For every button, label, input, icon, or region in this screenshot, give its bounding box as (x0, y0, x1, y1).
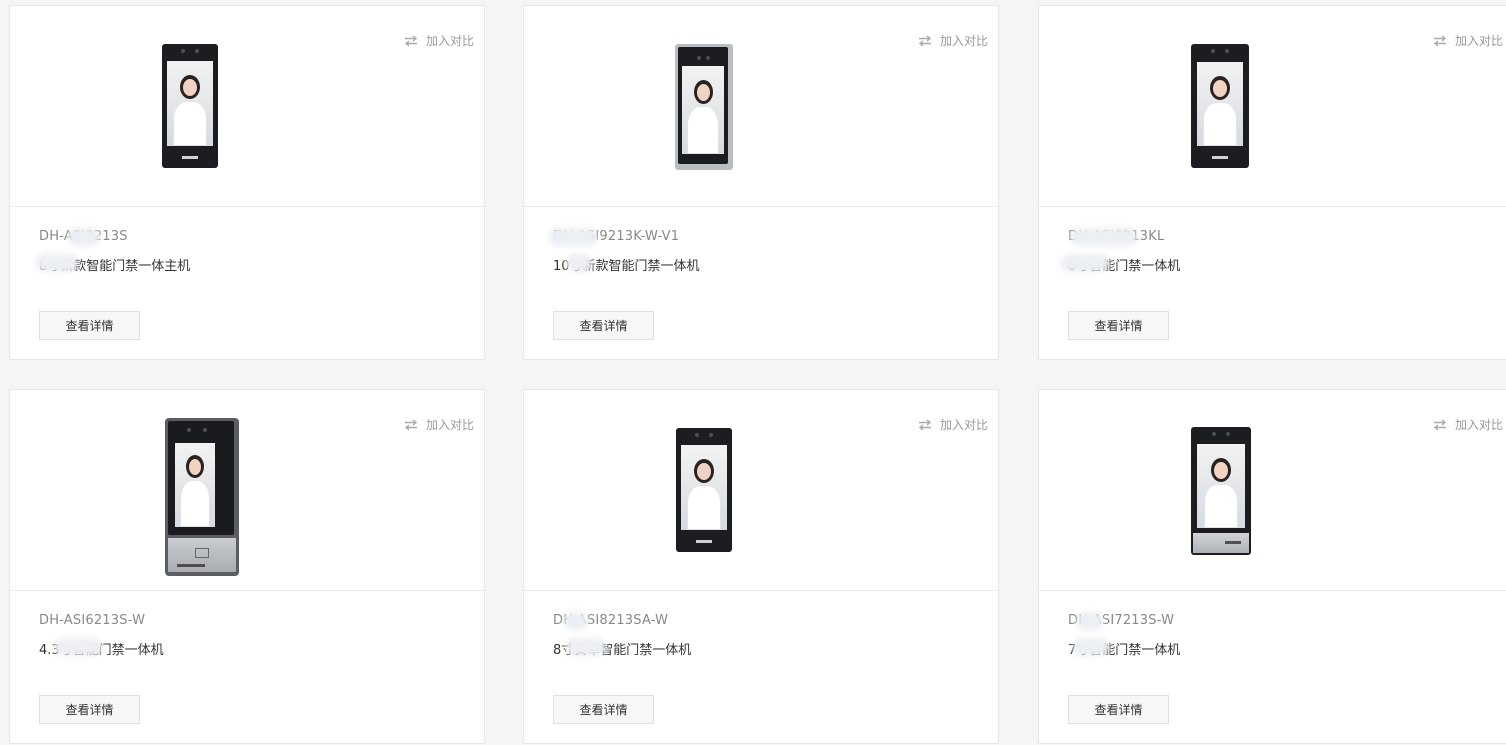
camera-icon (1212, 432, 1216, 436)
product-card: 加入对比 DH-ASI8213S 8寸新款智能门禁一体主机 查看详情 (9, 5, 485, 360)
compare-button[interactable]: 加入对比 (918, 32, 988, 49)
product-image[interactable] (675, 44, 733, 170)
camera-icon (195, 49, 199, 53)
product-card: 加入对比 DH-ASI8213SA-W 8寸安卓智能门禁一体机 查看详情 (523, 389, 999, 744)
swap-arrows-icon (918, 418, 932, 431)
swap-arrows-icon (918, 34, 932, 47)
compare-label: 加入对比 (425, 34, 474, 48)
compare-button[interactable]: 加入对比 (1433, 416, 1503, 433)
camera-icon (706, 56, 710, 60)
product-card: 加入对比 DH-ASI6213S-W 4.3寸智能门禁一体机 查看详情 (9, 389, 485, 744)
compare-button[interactable]: 加入对比 (404, 416, 474, 433)
product-card: 加入对比 DH-ASI8213KL 8寸智能门禁一体机 查看详情 (1038, 5, 1506, 360)
swap-arrows-icon (1433, 418, 1447, 431)
view-details-button[interactable]: 查看详情 (553, 311, 654, 340)
compare-label: 加入对比 (1454, 34, 1503, 48)
camera-icon (187, 428, 191, 432)
swap-arrows-icon (404, 418, 418, 431)
view-details-button[interactable]: 查看详情 (553, 695, 654, 724)
compare-label: 加入对比 (1454, 418, 1503, 432)
swap-arrows-icon (404, 34, 418, 47)
camera-icon (181, 49, 185, 53)
product-card: 加入对比 DH-ASI7213S-W 7寸智能门禁一体机 查看详情 (1038, 389, 1506, 744)
product-image-area: 加入对比 (524, 6, 998, 207)
compare-button[interactable]: 加入对比 (1433, 32, 1503, 49)
compare-button[interactable]: 加入对比 (918, 416, 988, 433)
camera-icon (695, 433, 699, 437)
compare-label: 加入对比 (425, 418, 474, 432)
product-image[interactable] (165, 418, 239, 576)
compare-label: 加入对比 (939, 34, 988, 48)
product-model[interactable]: DH-ASI6213S-W (39, 613, 145, 628)
camera-icon (203, 428, 207, 432)
product-image-area: 加入对比 (524, 390, 998, 591)
product-image-area: 加入对比 (10, 6, 484, 207)
product-image-area: 加入对比 (10, 390, 484, 591)
product-image[interactable] (1191, 427, 1251, 555)
product-image-area: 加入对比 (1039, 390, 1506, 591)
view-details-button[interactable]: 查看详情 (39, 311, 140, 340)
view-details-button[interactable]: 查看详情 (1068, 311, 1169, 340)
product-card: 加入对比 DH-ASI9213K-W-V1 10寸新款智能门禁一体机 查看详情 (523, 5, 999, 360)
product-image-area: 加入对比 (1039, 6, 1506, 207)
camera-icon (1211, 49, 1215, 53)
view-details-button[interactable]: 查看详情 (1068, 695, 1169, 724)
product-image[interactable] (162, 44, 218, 168)
product-image[interactable] (676, 428, 732, 552)
camera-icon (1226, 432, 1230, 436)
camera-icon (709, 433, 713, 437)
product-image[interactable] (1191, 44, 1249, 168)
camera-icon (1225, 49, 1229, 53)
compare-button[interactable]: 加入对比 (404, 32, 474, 49)
swap-arrows-icon (1433, 34, 1447, 47)
camera-icon (697, 56, 701, 60)
view-details-button[interactable]: 查看详情 (39, 695, 140, 724)
compare-label: 加入对比 (939, 418, 988, 432)
